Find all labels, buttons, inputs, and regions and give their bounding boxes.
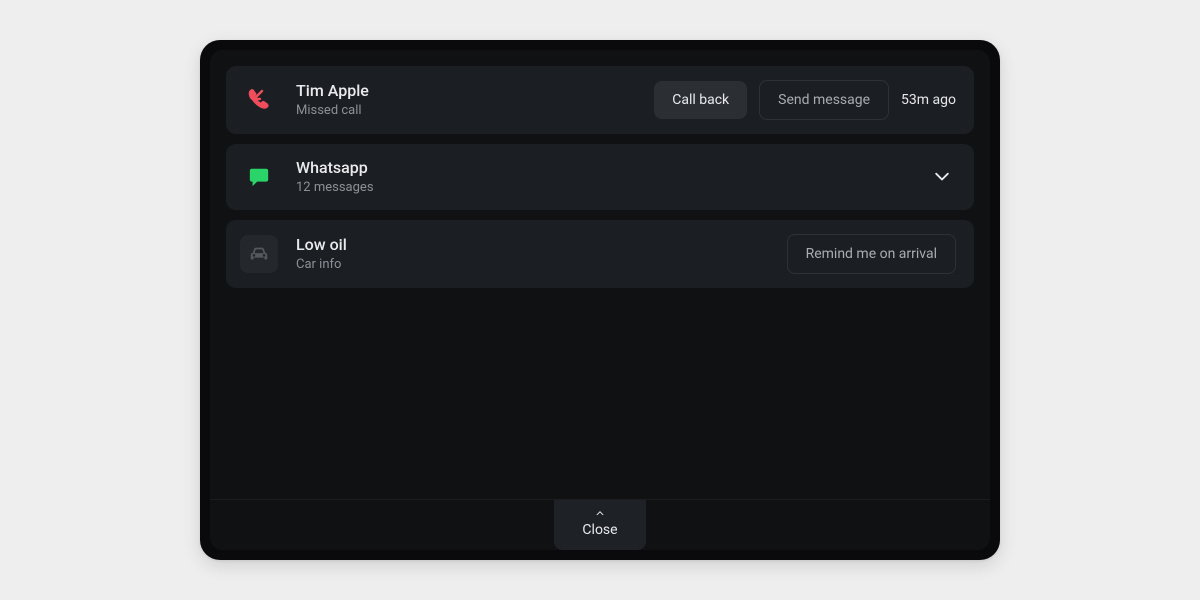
notification-missed-call: Tim Apple Missed call Call back Send mes… [226, 66, 974, 134]
close-label: Close [582, 522, 617, 538]
notification-title: Whatsapp [296, 158, 416, 178]
notification-title: Tim Apple [296, 81, 416, 101]
timestamp: 53m ago [901, 92, 956, 108]
missed-call-icon [240, 81, 278, 119]
stage: Tim Apple Missed call Call back Send mes… [0, 0, 1200, 600]
call-back-button[interactable]: Call back [654, 81, 747, 119]
notification-center: Tim Apple Missed call Call back Send mes… [210, 50, 990, 550]
notification-subtitle: Missed call [296, 103, 416, 119]
divider [210, 499, 990, 500]
chevron-down-icon[interactable] [928, 163, 956, 191]
notification-text: Tim Apple Missed call [296, 81, 416, 119]
notification-text: Low oil Car info [296, 235, 416, 273]
close-button[interactable]: Close [554, 500, 645, 550]
notification-actions: Call back Send message 53m ago [654, 80, 956, 120]
send-message-button[interactable]: Send message [759, 80, 889, 120]
bottom-bar: Close [210, 499, 990, 550]
device-frame: Tim Apple Missed call Call back Send mes… [200, 40, 1000, 560]
notification-title: Low oil [296, 235, 416, 255]
whatsapp-icon [240, 158, 278, 196]
notification-text: Whatsapp 12 messages [296, 158, 416, 196]
chevron-up-icon [593, 508, 607, 518]
notification-whatsapp[interactable]: Whatsapp 12 messages [226, 144, 974, 210]
notification-subtitle: Car info [296, 257, 416, 273]
remind-on-arrival-button[interactable]: Remind me on arrival [787, 234, 956, 274]
car-icon [240, 235, 278, 273]
notification-low-oil: Low oil Car info Remind me on arrival [226, 220, 974, 288]
notification-subtitle: 12 messages [296, 180, 416, 196]
notification-actions: Remind me on arrival [787, 234, 956, 274]
